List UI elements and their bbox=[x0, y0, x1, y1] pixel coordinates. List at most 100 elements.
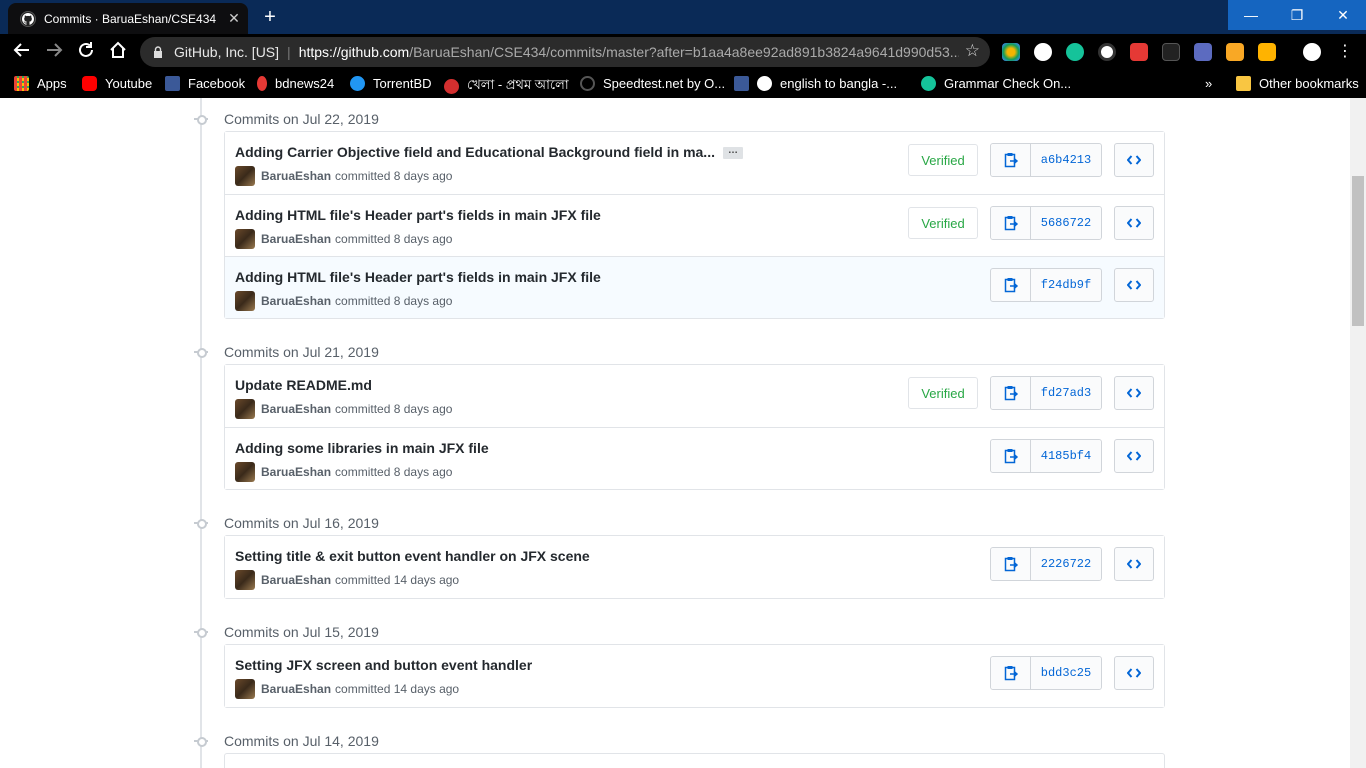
browse-repo-button[interactable] bbox=[1114, 268, 1154, 302]
extension-icon[interactable] bbox=[1002, 43, 1020, 61]
expand-message-button[interactable]: … bbox=[722, 146, 743, 160]
new-tab-button[interactable]: + bbox=[258, 6, 282, 30]
verified-badge[interactable]: Verified bbox=[908, 377, 978, 409]
commit-row: Setting JFX screen and button event hand… bbox=[225, 645, 1164, 707]
browse-repo-button[interactable] bbox=[1114, 143, 1154, 177]
menu-kebab-icon[interactable]: ⋮ bbox=[1334, 41, 1356, 63]
commit-message[interactable]: Setting title & exit button event handle… bbox=[235, 548, 590, 564]
copy-sha-button[interactable] bbox=[991, 657, 1031, 689]
commit-author[interactable]: BaruaEshan bbox=[261, 294, 331, 308]
tab-close-icon[interactable]: ✕ bbox=[224, 10, 244, 27]
commit-message[interactable]: Adding HTML file's Header part's fields … bbox=[235, 269, 601, 285]
commit-author[interactable]: BaruaEshan bbox=[261, 232, 331, 246]
commit-sha-link[interactable]: bdd3c25 bbox=[1031, 657, 1101, 689]
reload-icon[interactable] bbox=[75, 41, 97, 63]
address-bar[interactable]: GitHub, Inc. [US] | https://github.com/B… bbox=[140, 37, 990, 67]
bookmark-torrentbd[interactable]: TorrentBD bbox=[350, 76, 432, 91]
commit-message[interactable]: Adding some libraries in main JFX file bbox=[235, 440, 489, 456]
commit-message-link[interactable]: Setting JFX screen and button event hand… bbox=[235, 657, 532, 673]
browser-tab-active[interactable]: Commits · BaruaEshan/CSE434 ✕ bbox=[8, 3, 248, 34]
avatar[interactable] bbox=[235, 291, 255, 311]
bookmarks-overflow-button[interactable]: » bbox=[1205, 76, 1212, 91]
speedometer-icon[interactable] bbox=[1034, 43, 1052, 61]
avatar[interactable] bbox=[235, 679, 255, 699]
avatar[interactable] bbox=[235, 166, 255, 186]
clipboard-icon bbox=[1004, 386, 1018, 401]
copy-sha-button[interactable] bbox=[991, 440, 1031, 472]
code-icon bbox=[1127, 388, 1141, 398]
bookmark-prothomalo[interactable]: খেলা - প্রথম আলো bbox=[444, 76, 569, 97]
omnibox-separator: | bbox=[287, 44, 291, 60]
scout-icon[interactable] bbox=[1258, 43, 1276, 61]
commit-author[interactable]: BaruaEshan bbox=[261, 465, 331, 479]
copy-sha-button[interactable] bbox=[991, 269, 1031, 301]
site-identity: GitHub, Inc. [US] bbox=[174, 44, 280, 60]
back-arrow-icon[interactable] bbox=[11, 41, 33, 63]
commit-message[interactable]: Adding Carrier Objective field and Educa… bbox=[235, 144, 715, 160]
commit-author[interactable]: BaruaEshan bbox=[261, 573, 331, 587]
commit-list: Adding Carrier Objective field and Educa… bbox=[224, 131, 1165, 319]
bookmark-speedtest[interactable]: Speedtest.net by O... bbox=[580, 76, 725, 91]
verified-badge[interactable]: Verified bbox=[908, 207, 978, 239]
home-icon[interactable] bbox=[107, 41, 129, 63]
commit-sha-link[interactable]: 2226722 bbox=[1031, 548, 1101, 580]
clipboard-icon bbox=[1004, 449, 1018, 464]
commit-message[interactable]: Update README.md bbox=[235, 377, 372, 393]
commit-sha-link[interactable]: f24db9f bbox=[1031, 269, 1101, 301]
grammarly-icon[interactable] bbox=[1066, 43, 1084, 61]
scrollbar-thumb[interactable] bbox=[1352, 176, 1364, 326]
bookmark-youtube[interactable]: Youtube bbox=[82, 76, 152, 91]
commit-sha-link[interactable]: 5686722 bbox=[1031, 207, 1101, 239]
profile-icon[interactable] bbox=[1303, 43, 1321, 61]
copy-sha-button[interactable] bbox=[991, 144, 1031, 176]
avatar[interactable] bbox=[235, 229, 255, 249]
commit-message[interactable]: Setting JFX screen and button event hand… bbox=[235, 657, 532, 673]
cookie-icon[interactable] bbox=[1226, 43, 1244, 61]
commit-sha-link[interactable]: fd27ad3 bbox=[1031, 377, 1101, 409]
bookmark-bdnews24[interactable]: bdnews24 bbox=[257, 76, 334, 91]
bookmark-facebook[interactable]: Facebook bbox=[165, 76, 245, 91]
commit-message-link[interactable]: Adding Carrier Objective field and Educa… bbox=[235, 144, 743, 160]
bookmark-english-to-bangla[interactable]: english to bangla -... bbox=[734, 76, 897, 91]
commit-row: Adding HTML file's Header part's fields … bbox=[225, 194, 1164, 256]
bookmark-apps[interactable]: Apps bbox=[14, 76, 67, 91]
commit-author[interactable]: BaruaEshan bbox=[261, 169, 331, 183]
bookmark-grammar-check[interactable]: Grammar Check On... bbox=[921, 76, 1071, 91]
puzzle-icon[interactable] bbox=[1194, 43, 1212, 61]
commit-message-link[interactable]: Adding HTML file's Header part's fields … bbox=[235, 207, 601, 223]
commit-sha-link[interactable]: 4185bf4 bbox=[1031, 440, 1101, 472]
copy-sha-button[interactable] bbox=[991, 207, 1031, 239]
browse-repo-button[interactable] bbox=[1114, 439, 1154, 473]
block-icon[interactable] bbox=[1098, 43, 1116, 61]
forward-arrow-icon[interactable] bbox=[43, 41, 65, 63]
verified-badge[interactable]: Verified bbox=[908, 144, 978, 176]
commit-sha-link[interactable]: a6b4213 bbox=[1031, 144, 1101, 176]
bookmark-label: Grammar Check On... bbox=[944, 76, 1072, 91]
avatar[interactable] bbox=[235, 399, 255, 419]
commit-author[interactable]: BaruaEshan bbox=[261, 682, 331, 696]
avatar[interactable] bbox=[235, 570, 255, 590]
grammarly-icon bbox=[921, 76, 936, 91]
commit-message-link[interactable]: Setting title & exit button event handle… bbox=[235, 548, 590, 564]
commit-message-link[interactable]: Adding some libraries in main JFX file bbox=[235, 440, 489, 456]
window-close-button[interactable]: ✕ bbox=[1320, 0, 1366, 30]
browse-repo-button[interactable] bbox=[1114, 656, 1154, 690]
commit-message[interactable]: Adding HTML file's Header part's fields … bbox=[235, 207, 601, 223]
copy-sha-button[interactable] bbox=[991, 548, 1031, 580]
copy-sha-button[interactable] bbox=[991, 377, 1031, 409]
commit-author[interactable]: BaruaEshan bbox=[261, 402, 331, 416]
bookmark-star-icon[interactable]: ☆ bbox=[965, 41, 980, 61]
other-bookmarks[interactable]: Other bookmarks bbox=[1236, 76, 1359, 91]
window-maximize-button[interactable]: ❐ bbox=[1274, 0, 1320, 30]
commit-message-link[interactable]: Adding HTML file's Header part's fields … bbox=[235, 269, 601, 285]
commit-message-link[interactable]: Update README.md bbox=[235, 377, 372, 393]
browse-repo-button[interactable] bbox=[1114, 206, 1154, 240]
browse-repo-button[interactable] bbox=[1114, 376, 1154, 410]
video-icon[interactable] bbox=[1130, 43, 1148, 61]
window-minimize-button[interactable]: — bbox=[1228, 0, 1274, 30]
browser-titlebar: Commits · BaruaEshan/CSE434 ✕ + — ❐ ✕ bbox=[0, 0, 1366, 34]
avatar[interactable] bbox=[235, 462, 255, 482]
eraser-icon[interactable] bbox=[1162, 43, 1180, 61]
browse-repo-button[interactable] bbox=[1114, 547, 1154, 581]
bookmark-label: TorrentBD bbox=[373, 76, 432, 91]
